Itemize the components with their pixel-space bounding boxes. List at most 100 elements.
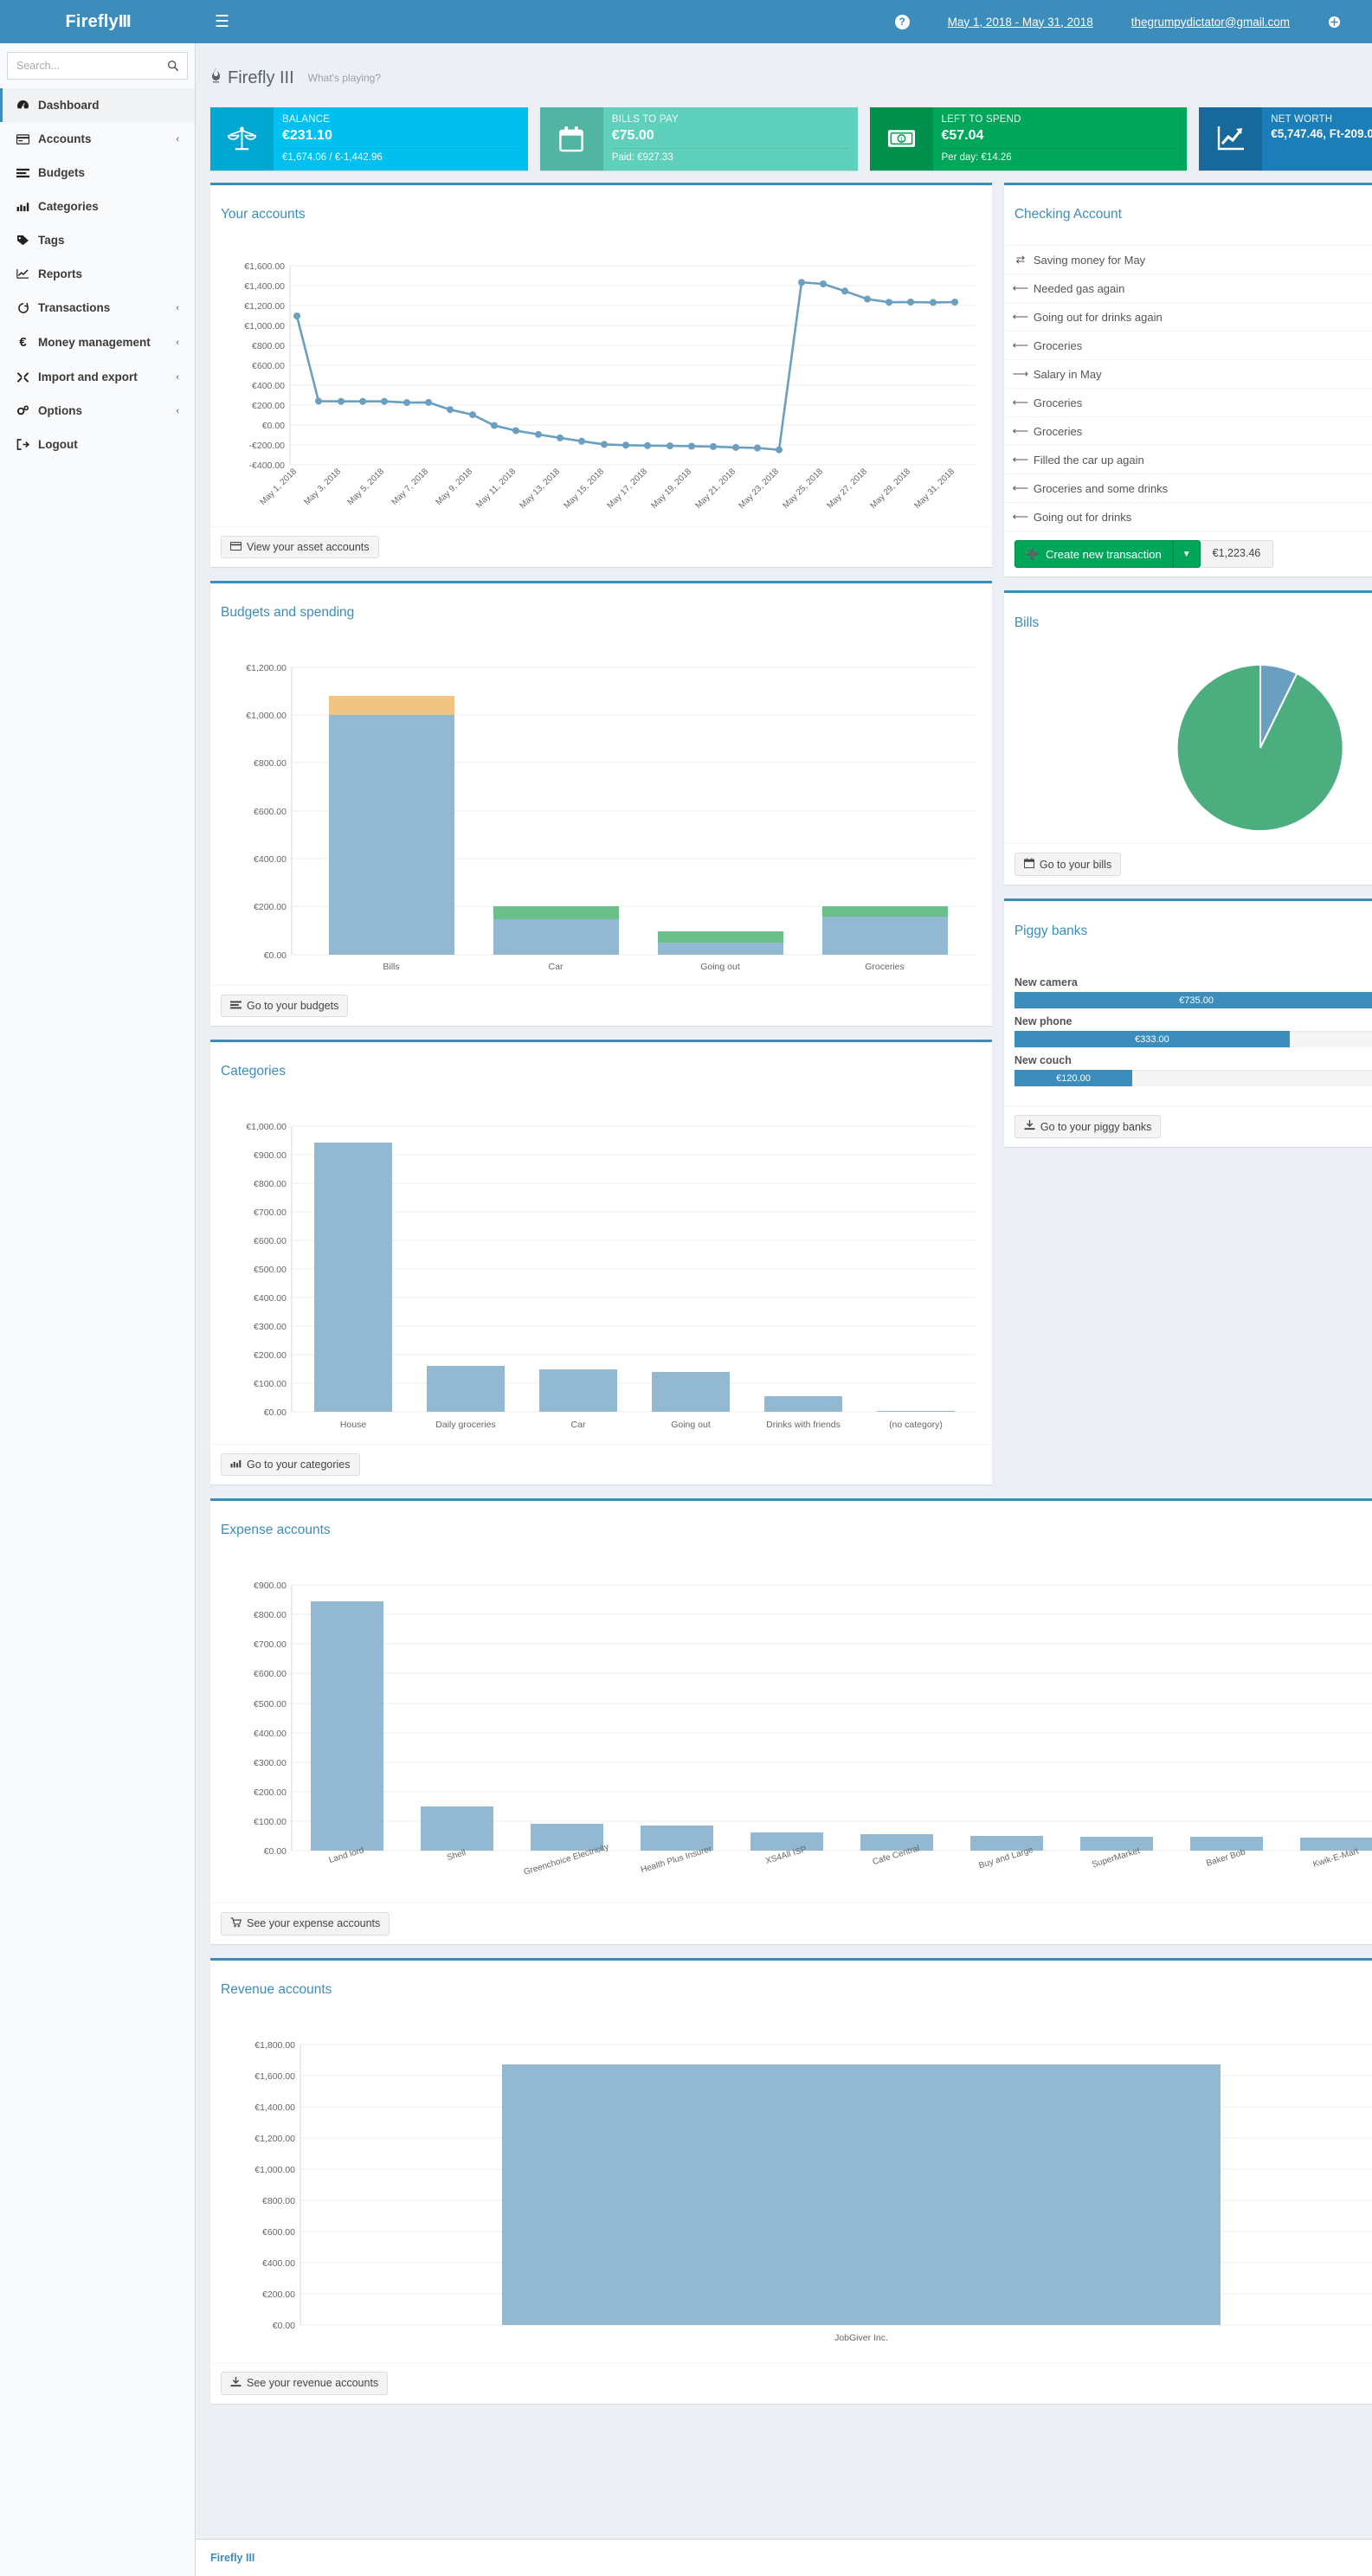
sidebar-item-import-and-export[interactable]: Import and export ‹ [0, 360, 195, 394]
sidebar-item-label: Accounts [38, 132, 92, 145]
calendar-icon [1023, 858, 1034, 871]
help-circle-icon[interactable]: ? [876, 14, 929, 29]
money-icon: 1 [869, 106, 933, 171]
app-logo[interactable]: Firefly III [0, 0, 196, 43]
table-row[interactable]: ⟵Filled the car up again€-47.24 [1003, 445, 1372, 473]
info-box-left-to-spend[interactable]: 1 Left to spend €57.04 Per day: €14.26 [869, 106, 1188, 171]
see-revenue-accounts-button[interactable]: See your revenue accounts [221, 2371, 389, 2395]
withdrawal-icon: ⟵ [1012, 481, 1029, 495]
go-to-bills-button[interactable]: Go to your bills [1014, 853, 1122, 877]
piggy-bank-amount: €120.00 [1056, 1072, 1091, 1084]
see-expense-accounts-button[interactable]: See your expense accounts [221, 1911, 390, 1935]
user-email-menu[interactable]: thegrumpydictator@gmail.com [1112, 16, 1309, 29]
svg-text:€300.00: €300.00 [254, 1322, 287, 1332]
go-to-budgets-button[interactable]: Go to your budgets [221, 994, 349, 1017]
progress-bar-track: €735.00 [1014, 992, 1372, 1009]
transaction-description: Groceries [1033, 338, 1083, 352]
table-row[interactable]: ⟵Groceries€-23.54 [1003, 388, 1372, 416]
bar-daily-groceries [427, 1365, 505, 1412]
bar-groceries-spent [822, 916, 948, 955]
sidebar-item-money-management[interactable]: € Money management ‹ [0, 325, 195, 360]
revenue-bar-chart[interactable]: €1,800.00 €1,600.00 €1,400.00 €1,200.00 … [221, 2029, 1372, 2354]
panel-footer: Go to your categories [210, 1443, 992, 1484]
panel-title: Checking Account [1014, 207, 1122, 222]
bills-pie-chart[interactable] [1015, 661, 1372, 834]
withdrawal-icon: ⟵ [1012, 281, 1029, 295]
sidebar-item-dashboard[interactable]: Dashboard [0, 88, 195, 122]
content-header: Firefly III What's playing? Home [196, 43, 1372, 107]
x-tick-labels: House Daily groceries Car Going out Drin… [340, 1420, 943, 1430]
categories-bar-chart[interactable]: €1,000.00 €900.00 €800.00 €700.00 €600.0… [221, 1111, 982, 1435]
footer-brand-link[interactable]: Firefly III [210, 2552, 254, 2564]
info-box-balance-col: Balance €231.10 €1,674.06 / €-1,442.96 [204, 106, 534, 183]
view-asset-accounts-button[interactable]: View your asset accounts [221, 535, 379, 558]
table-row[interactable]: ⟵Needed gas again€-50.04 [1003, 274, 1372, 302]
info-box-bills-to-pay[interactable]: Bills to pay €75.00 Paid: €927.33 [539, 106, 858, 171]
date-range-selector[interactable]: May 1, 2018 - May 31, 2018 [929, 16, 1112, 29]
page-title: Firefly III What's playing? [210, 68, 381, 88]
progress-bar-track: €120.00 [1014, 1070, 1372, 1087]
svg-text:€1,000.00: €1,000.00 [246, 1122, 287, 1132]
sidebar-item-reports[interactable]: Reports [0, 257, 195, 291]
bar-car [539, 1368, 617, 1412]
svg-text:€700.00: €700.00 [254, 1639, 287, 1650]
plus-icon: ➕ [1025, 547, 1040, 561]
panel-footer: See your expense accounts [210, 1902, 1372, 1944]
info-box-balance[interactable]: Balance €231.10 €1,674.06 / €-1,442.96 [210, 106, 528, 171]
panel-body [1004, 653, 1372, 843]
sidebar-item-tags[interactable]: Tags [0, 223, 195, 257]
sidebar-item-options[interactable]: Options ‹ [0, 394, 195, 428]
gear-icon[interactable] [1309, 16, 1360, 29]
sidebar-item-transactions[interactable]: Transactions ‹ [0, 291, 195, 325]
sidebar-item-budgets[interactable]: Budgets [0, 156, 195, 190]
sidebar-item-label: Categories [38, 200, 99, 213]
accounts-line-chart[interactable]: €1,600.00 €1,400.00 €1,200.00 €1,000.00 … [221, 254, 982, 518]
sidebar-item-label: Reports [38, 267, 83, 280]
sidebar-item-accounts[interactable]: Accounts ‹ [0, 122, 195, 156]
table-row[interactable]: ⇄Saving money for May€140.00 [1003, 245, 1372, 274]
hamburger-icon[interactable]: ☰ [204, 7, 240, 37]
bar-groceries-left [822, 905, 948, 917]
piggy-bank-item[interactable]: New couch €120.00 [1014, 1054, 1372, 1087]
sidebar-item-categories[interactable]: Categories [0, 190, 195, 223]
bar-going-out-left [658, 931, 783, 943]
dashboard-row: Your accounts €1,600.00 €1,400.00 €1,200… [204, 182, 1372, 1498]
table-row[interactable]: ⟵Going out for drinks€-20.83 [1003, 502, 1372, 531]
sidebar-item-label: Options [38, 404, 82, 417]
checking-account-balance[interactable]: €1,223.46 [1200, 540, 1274, 569]
info-box-value: €75.00 [611, 127, 654, 143]
svg-text:€900.00: €900.00 [254, 1150, 287, 1161]
piggy-bank-amount: €333.00 [1135, 1034, 1169, 1045]
create-new-transaction-button[interactable]: ➕ Create new transaction [1014, 540, 1173, 569]
checking-transactions-table: ⇄Saving money for May€140.00 ⟵Needed gas… [1003, 245, 1372, 531]
svg-text:May 21, 2018: May 21, 2018 [693, 467, 738, 511]
table-row[interactable]: ⟵Groceries€-17.62 [1003, 331, 1372, 359]
table-row[interactable]: ⟵Groceries and some drinks€-24.46 [1003, 473, 1372, 502]
svg-text:€400.00: €400.00 [254, 854, 287, 865]
svg-text:May 11, 2018: May 11, 2018 [474, 467, 518, 510]
go-to-piggy-banks-button[interactable]: Go to your piggy banks [1014, 1115, 1162, 1139]
expense-bar-chart[interactable]: €900.00 €800.00 €700.00 €600.00 €500.00 … [221, 1569, 1372, 1894]
panel-body: €1,200.00 €1,000.00 €800.00 €600.00 €400… [210, 643, 992, 985]
gear-icon-svg [1328, 16, 1341, 28]
search-icon[interactable] [162, 52, 184, 80]
budgets-bar-chart[interactable]: €1,200.00 €1,000.00 €800.00 €600.00 €400… [221, 652, 982, 976]
svg-text:May 25, 2018: May 25, 2018 [781, 467, 825, 511]
table-row[interactable]: ⟵Going out for drinks again€-32.76 [1003, 302, 1372, 331]
table-row[interactable]: ⟶Salary in May€1,674.06 [1003, 359, 1372, 388]
svg-text:€800.00: €800.00 [252, 341, 285, 351]
svg-text:May 9, 2018: May 9, 2018 [434, 467, 474, 507]
cogs-icon [16, 405, 30, 416]
piggy-bank-item[interactable]: New phone €333.00 [1014, 1015, 1372, 1048]
chevron-left-icon: ‹ [176, 405, 179, 416]
sidebar-item-logout[interactable]: Logout [0, 428, 195, 461]
piggy-bank-item[interactable]: New camera €735.00 [1014, 976, 1372, 1009]
button-label: See your revenue accounts [247, 2377, 379, 2390]
create-transaction-dropdown-toggle[interactable]: ▼ [1172, 540, 1201, 569]
info-box-net-worth[interactable]: Net worth €5,747.46, Ft-209.00, zł204.00… [1199, 106, 1372, 171]
search-input[interactable] [7, 52, 188, 80]
panel-header: Categories [210, 1042, 992, 1102]
page-subtitle: What's playing? [307, 72, 382, 85]
go-to-categories-button[interactable]: Go to your categories [221, 1452, 360, 1476]
table-row[interactable]: ⟵Groceries€-17.89 [1003, 416, 1372, 445]
